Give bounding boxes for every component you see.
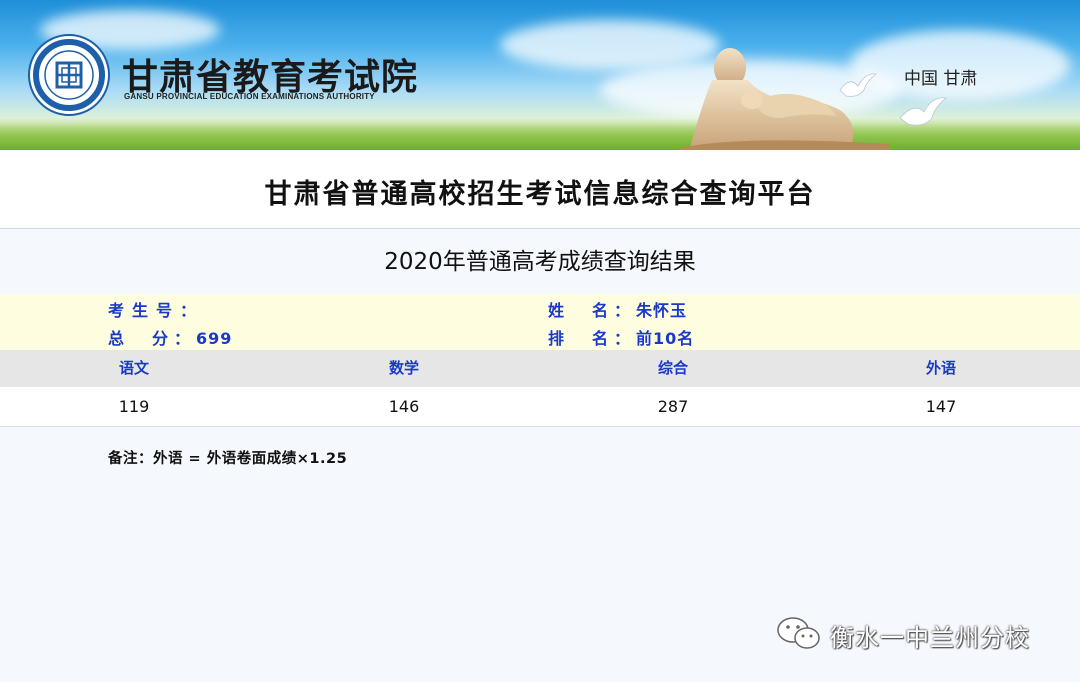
org-name-en: GANSU PROVINCIAL EDUCATION EXAMINATIONS …: [124, 92, 375, 101]
dove-icon: [839, 73, 877, 97]
column-header-foreign-language: 外语: [925, 359, 956, 377]
column-header-chinese: 语文: [118, 359, 149, 377]
exam-no-field: 考生号：: [108, 297, 204, 321]
wechat-icon: [777, 617, 820, 649]
region-label: 中国 甘肃: [904, 69, 978, 89]
total-score-value: 699: [196, 329, 233, 348]
name-value: 朱怀玉: [636, 301, 688, 320]
exam-no-label: 考生号：: [108, 301, 205, 320]
watermark-text: 衡水一中兰州分校: [830, 624, 1030, 652]
result-title: 2020年普通高考成绩查询结果: [384, 249, 696, 275]
score-comprehensive: 287: [657, 397, 689, 416]
total-score-label: 总 分：: [108, 329, 197, 348]
score-math: 146: [388, 397, 420, 416]
info-row-2: 总 分：699 排 名：前10名: [0, 322, 1080, 350]
name-label: 姓 名：: [548, 301, 637, 320]
total-score-field: 总 分：699: [108, 325, 232, 349]
column-header-math: 数学: [388, 359, 419, 377]
header-banner: 甘肃省教育考试院 GANSU PROVINCIAL EDUCATION EXAM…: [0, 0, 1080, 150]
score-foreign-language: 147: [925, 397, 957, 416]
rank-field: 排 名：前10名: [548, 325, 694, 349]
info-row-1: 考生号： 姓 名：朱怀玉: [0, 294, 1080, 322]
column-header-comprehensive: 综合: [657, 359, 688, 377]
platform-title-bar: 甘肃省普通高校招生考试信息综合查询平台: [0, 150, 1080, 229]
rank-label: 排 名：: [548, 329, 637, 348]
name-field: 姓 名：朱怀玉: [548, 297, 687, 321]
table-row: 119 146 287 147: [0, 387, 1080, 427]
platform-title: 甘肃省普通高校招生考试信息综合查询平台: [264, 179, 816, 210]
rank-value: 前10名: [636, 329, 695, 348]
student-info-panel: 考生号： 姓 名：朱怀玉 总 分：699 排 名：前10名: [0, 294, 1080, 350]
score-table-header: 语文 数学 综合 外语: [0, 350, 1080, 387]
score-chinese: 119: [118, 397, 150, 416]
dove-icon: [899, 97, 947, 126]
remark-note: 备注：外语 = 外语卷面成绩×1.25: [108, 451, 348, 467]
emblem-icon: [28, 34, 110, 116]
